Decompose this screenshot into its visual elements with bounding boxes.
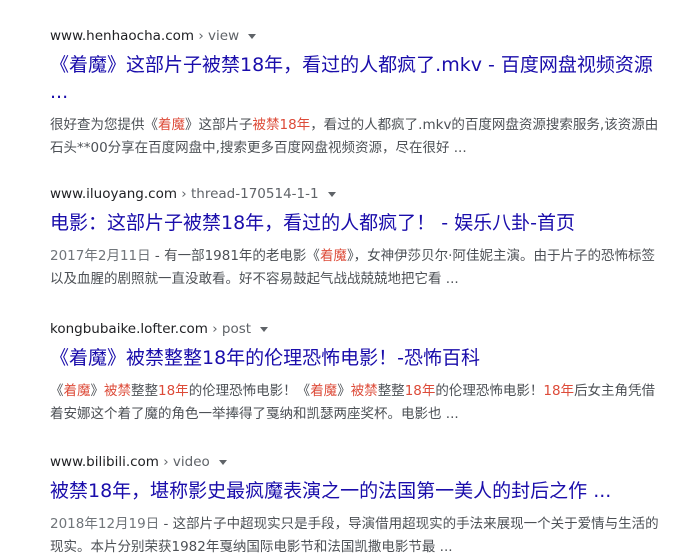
snippet-highlight: 着魔 (158, 117, 185, 133)
result-date: 2018年12月19日 (50, 516, 160, 532)
result-url[interactable]: www.henhaocha.com › view (50, 26, 239, 46)
result-domain: www.henhaocha.com (50, 28, 195, 44)
result-title-link[interactable]: 《着魔》被禁整整18年的伦理恐怖电影！-恐怖百科 (50, 345, 660, 372)
result-domain: www.iluoyang.com (50, 186, 178, 202)
result-path: › thread-170514-1-1 (177, 186, 319, 202)
snippet-highlight: 着魔 (310, 383, 338, 399)
result-path: › post (207, 321, 252, 337)
result-cite: kongbubaike.lofter.com › post (50, 319, 660, 339)
result-path: › view (194, 28, 240, 44)
snippet-highlight: 18年 (158, 383, 189, 399)
snippet-text: 整整 (377, 383, 405, 399)
chevron-down-icon[interactable] (260, 327, 269, 332)
result-snippet: 《着魔》被禁整整18年的伦理恐怖电影！《着魔》被禁整整18年的伦理恐怖电影！18… (50, 380, 660, 426)
result-cite: www.iluoyang.com › thread-170514-1-1 (50, 184, 660, 204)
snippet-text: 整整 (131, 383, 158, 399)
result-url[interactable]: www.bilibili.com › video (50, 452, 210, 472)
snippet-highlight: 着魔 (319, 248, 347, 264)
result-cite: www.henhaocha.com › view (50, 26, 660, 46)
chevron-down-icon[interactable] (327, 192, 336, 197)
result-path: › video (158, 454, 210, 470)
result-domain: kongbubaike.lofter.com (50, 321, 208, 337)
result-url[interactable]: www.iluoyang.com › thread-170514-1-1 (50, 184, 319, 204)
snippet-text: 的伦理恐怖电影！ (435, 383, 544, 399)
snippet-text: 》 (337, 383, 351, 399)
snippet-highlight: 被禁18年 (252, 117, 311, 133)
snippet-text: 》这部片子 (185, 117, 253, 133)
snippet-text: 很好查为您提供《 (50, 117, 158, 133)
search-result: kongbubaike.lofter.com › post 《着魔》被禁整整18… (50, 319, 660, 426)
result-snippet: 2018年12月19日 - 这部片子中超现实只是手段，导演借用超现实的手法来展现… (50, 513, 660, 559)
result-title-link[interactable]: 被禁18年，堪称影史最疯魔表演之一的法国第一美人的封后之作 ... (50, 478, 660, 505)
search-result: www.bilibili.com › video 被禁18年，堪称影史最疯魔表演… (50, 452, 660, 559)
chevron-down-icon[interactable] (218, 460, 227, 465)
snippet-highlight: 18年 (404, 383, 436, 399)
result-snippet: 2017年2月11日 - 有一部1981年的老电影《着魔》，女神伊莎贝尔·阿佳妮… (50, 245, 660, 291)
result-title-link[interactable]: 电影：这部片子被禁18年，看过的人都疯了！ - 娱乐八卦-首页 (50, 210, 660, 237)
search-results: www.henhaocha.com › view 《着魔》这部片子被禁18年，看… (0, 0, 660, 559)
result-cite: www.bilibili.com › video (50, 452, 660, 472)
snippet-highlight: 18年 (543, 383, 575, 399)
snippet-text: 的伦理恐怖电影！《 (188, 383, 311, 399)
snippet-text: 《 (50, 383, 64, 399)
search-result: www.iluoyang.com › thread-170514-1-1 电影：… (50, 184, 660, 291)
result-date: 2017年2月11日 (50, 248, 151, 264)
chevron-down-icon[interactable] (248, 34, 257, 39)
snippet-highlight: 着魔 (63, 383, 91, 399)
snippet-highlight: 被禁 (350, 383, 378, 399)
snippet-highlight: 被禁 (104, 383, 131, 399)
snippet-text: 》 (90, 383, 105, 399)
result-url[interactable]: kongbubaike.lofter.com › post (50, 319, 251, 339)
search-result: www.henhaocha.com › view 《着魔》这部片子被禁18年，看… (50, 26, 660, 160)
result-title-link[interactable]: 《着魔》这部片子被禁18年，看过的人都疯了.mkv - 百度网盘视频资源 ... (50, 52, 660, 106)
snippet-text: - 有一部1981年的老电影《 (150, 248, 320, 264)
result-snippet: 很好查为您提供《着魔》这部片子被禁18年，看过的人都疯了.mkv的百度网盘资源搜… (50, 114, 660, 160)
result-domain: www.bilibili.com (50, 454, 159, 470)
